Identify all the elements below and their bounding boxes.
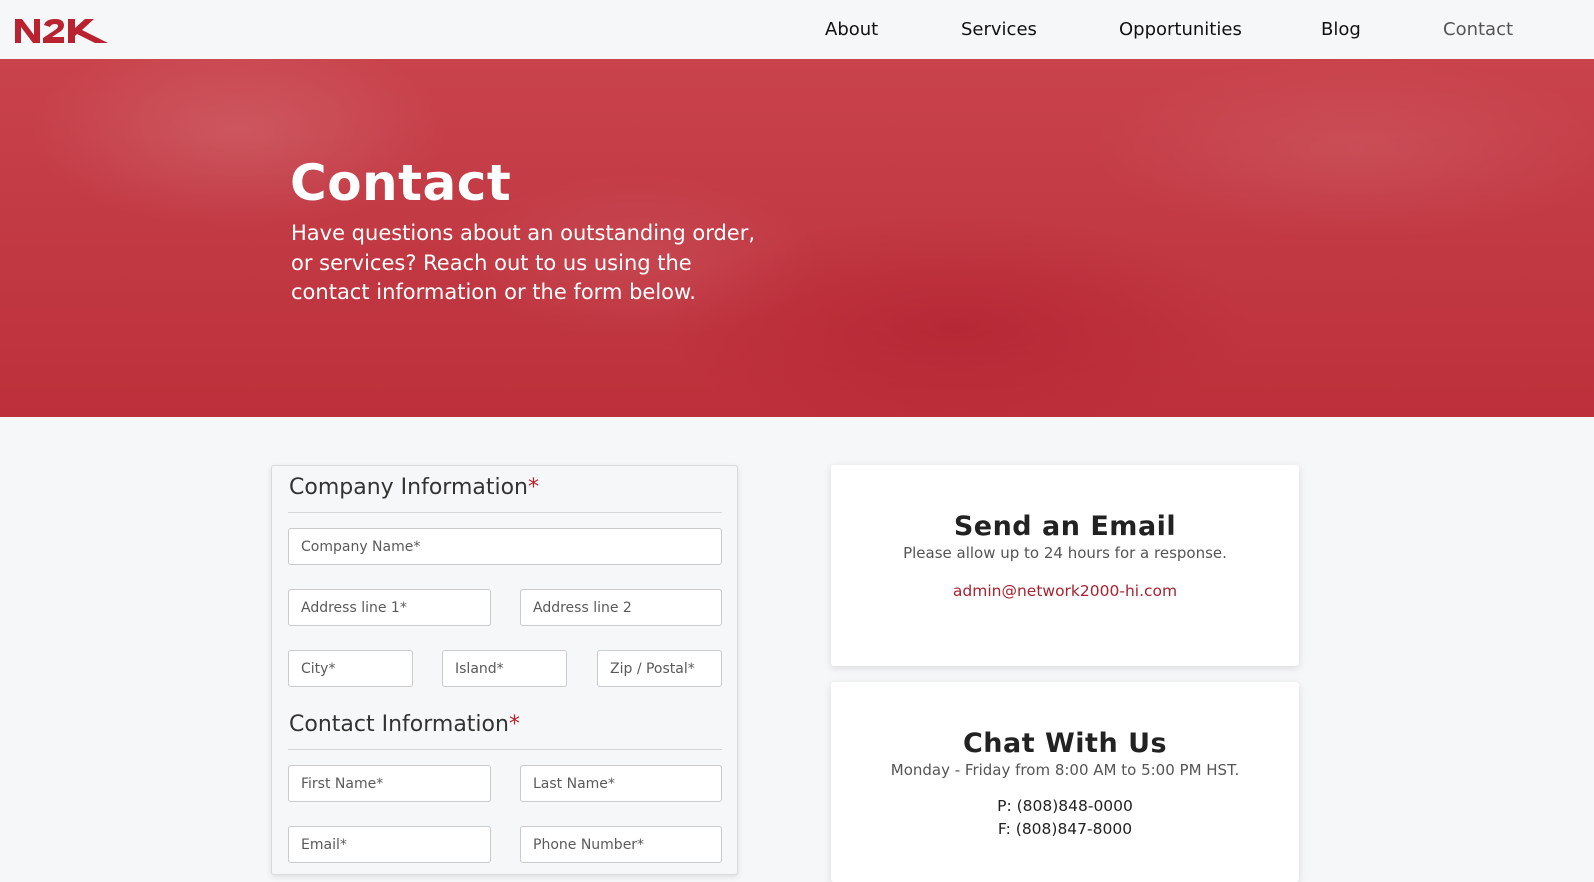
- company-name-input[interactable]: [288, 528, 722, 565]
- send-email-description: Please allow up to 24 hours for a respon…: [903, 544, 1227, 562]
- contact-form: Company Information* Contact Information…: [271, 465, 738, 875]
- contact-information-heading-text: Contact Information: [289, 712, 509, 737]
- nav-about-link[interactable]: About: [825, 19, 878, 40]
- nav-contact-link[interactable]: Contact: [1443, 19, 1513, 40]
- zip-postal-input[interactable]: [597, 650, 722, 687]
- phone-number-input[interactable]: [520, 826, 722, 863]
- section-divider: [288, 512, 722, 513]
- last-name-input[interactable]: [520, 765, 722, 802]
- chat-with-us-card: Chat With Us Monday - Friday from 8:00 A…: [831, 682, 1299, 882]
- address-line-1-input[interactable]: [288, 589, 491, 626]
- company-information-heading-text: Company Information: [289, 475, 529, 500]
- email-input[interactable]: [288, 826, 491, 863]
- fax-number: F: (808)847-8000: [997, 820, 1133, 838]
- first-name-input[interactable]: [288, 765, 491, 802]
- contact-information-heading: Contact Information*: [289, 712, 520, 737]
- city-input[interactable]: [288, 650, 413, 687]
- island-input[interactable]: [442, 650, 567, 687]
- main-nav: About Services Opportunities Blog Contac…: [0, 0, 1594, 59]
- chat-title: Chat With Us: [962, 728, 1168, 759]
- required-asterisk: *: [528, 475, 540, 500]
- nav-opportunities-link[interactable]: Opportunities: [1119, 19, 1242, 40]
- company-information-heading: Company Information*: [289, 475, 539, 500]
- top-navigation-bar: About Services Opportunities Blog Contac…: [0, 0, 1594, 59]
- email-address-link[interactable]: admin@network2000-hi.com: [953, 582, 1177, 600]
- send-email-card: Send an Email Please allow up to 24 hour…: [831, 465, 1299, 666]
- chat-hours: Monday - Friday from 8:00 AM to 5:00 PM …: [890, 761, 1240, 779]
- required-asterisk: *: [508, 712, 520, 737]
- page-title: Contact: [290, 154, 512, 212]
- nav-services-link[interactable]: Services: [961, 19, 1037, 40]
- section-divider: [288, 749, 722, 750]
- send-email-title: Send an Email: [953, 511, 1177, 542]
- nav-blog-link[interactable]: Blog: [1321, 19, 1361, 40]
- phone-number[interactable]: P: (808)848-0000: [831, 795, 1299, 818]
- phone-fax-block: P: (808)848-0000 F: (808)847-8000: [831, 795, 1299, 841]
- hero-subtitle: Have questions about an outstanding orde…: [291, 221, 756, 304]
- address-line-2-input[interactable]: [520, 589, 722, 626]
- hero-banner: Contact Have questions about an outstand…: [0, 59, 1594, 417]
